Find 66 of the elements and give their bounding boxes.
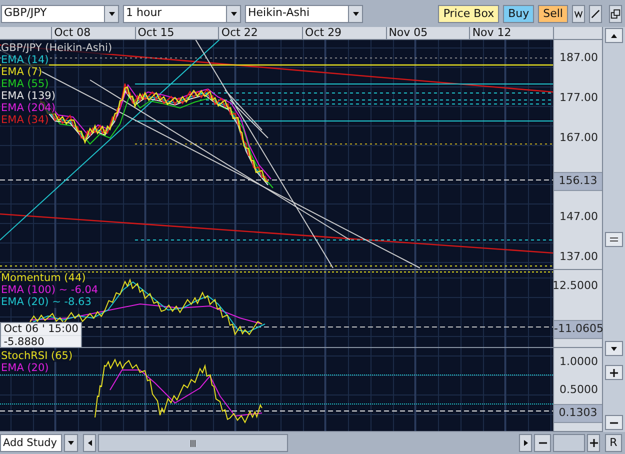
windows-icon [610, 8, 621, 20]
axis-tick-label: 1.0000 [560, 354, 598, 370]
price-box-button[interactable]: Price Box [438, 4, 500, 22]
pencil-button[interactable] [589, 4, 602, 22]
date-label: Oct 15 [134, 27, 218, 39]
scroll-up-button[interactable] [605, 28, 623, 43]
interval-dropdown[interactable]: 1 hour [123, 4, 241, 22]
zoom-in-button[interactable] [587, 434, 600, 452]
legend-label: EMA (100) ~ -6.04 [1, 284, 98, 296]
legend-label: EMA (204) [1, 102, 56, 114]
legend-label: EMA (55) [1, 78, 49, 90]
caret-icon [352, 10, 360, 18]
current-value-label: 156.13 [554, 172, 602, 190]
axis-tick-label: 12.5000 [552, 278, 598, 294]
date-label: Oct 29 [302, 27, 386, 39]
legend-label: EMA (20) ~ -8.63 [1, 296, 92, 308]
axis-tick-label: 177.00 [560, 90, 598, 106]
caret-icon [610, 344, 618, 352]
scroll-right-button[interactable] [519, 434, 532, 452]
plus-icon [590, 439, 598, 447]
chart-type-dropdown[interactable]: Heikin-Ashi [245, 4, 363, 22]
date-label: Nov 05 [386, 27, 470, 39]
zoom-out-button[interactable] [605, 415, 623, 430]
zoom-in-button[interactable] [605, 365, 623, 380]
caret-icon [86, 439, 94, 447]
zoom-out-button[interactable] [534, 434, 551, 452]
current-value-label: 0.1303 [554, 404, 602, 422]
sell-button[interactable]: Sell [538, 4, 568, 22]
axis-tick-label: 187.00 [560, 50, 598, 66]
legend-label: EMA (139) [1, 90, 56, 102]
caret-icon [67, 439, 75, 447]
axis-tick-label: 0.5000 [560, 382, 598, 398]
scroll-left-button[interactable] [83, 434, 96, 452]
caret-icon [610, 32, 618, 40]
caret-icon [108, 10, 116, 18]
vertical-scrollbar[interactable] [602, 27, 625, 432]
plus-icon [610, 368, 618, 376]
legend-label: Momentum (44) [1, 272, 86, 284]
grip-icon [610, 236, 618, 242]
axis-tick-label: 167.00 [560, 130, 598, 146]
caret-icon [522, 439, 530, 447]
axis-tick-label: 147.00 [560, 209, 598, 225]
current-value-label: -11.0605 [554, 320, 602, 338]
legend-label: EMA (7) [1, 66, 42, 78]
date-label: Oct 08 [51, 27, 135, 39]
scroll-thumb[interactable] [605, 232, 623, 247]
chart-button[interactable] [572, 4, 585, 22]
reset-button[interactable]: R [605, 434, 622, 452]
windows-button[interactable] [609, 4, 622, 22]
legend-label: GBP/JPY (Heikin-Ashi) [1, 42, 112, 54]
tooltip-value: -5.8880 [2, 336, 46, 347]
legend-label: EMA (14) [1, 54, 49, 66]
axis-tick-label: 137.00 [560, 249, 598, 265]
date-label: Oct 22 [218, 27, 302, 39]
dropdown-button[interactable] [64, 434, 78, 452]
add-study-dropdown[interactable]: Add Study [0, 434, 62, 452]
tooltip-date: Oct 06 ' 15:00 [1, 323, 82, 336]
legend-label: EMA (20) [1, 362, 49, 374]
legend-label: StochRSI (65) [1, 350, 73, 362]
symbol-dropdown[interactable]: GBP/JPY [1, 4, 119, 22]
scroll-down-button[interactable] [605, 341, 623, 356]
pencil-icon [590, 8, 601, 20]
buy-button[interactable]: Buy [503, 4, 534, 22]
grip-icon [190, 440, 196, 446]
legend-label: EMA (34) [1, 114, 49, 126]
caret-icon [230, 10, 238, 18]
